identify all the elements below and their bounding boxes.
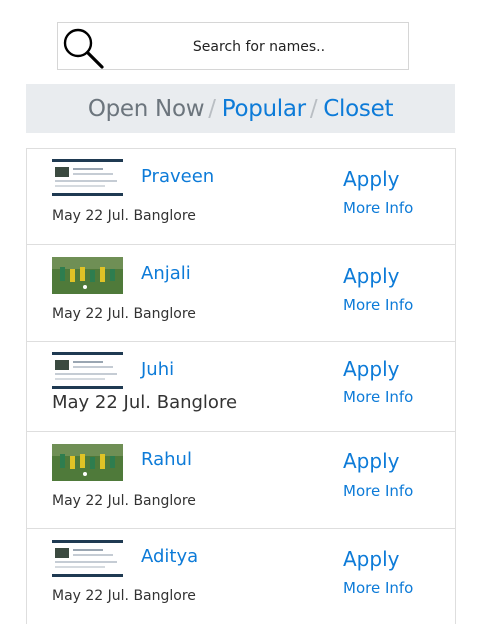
list-item: Rahul May 22 Jul. Banglore Apply More In…: [27, 432, 455, 529]
thumbnail-image: [52, 352, 123, 389]
more-info-link[interactable]: More Info: [343, 482, 413, 500]
thumbnail-image: [52, 444, 123, 481]
more-info-link[interactable]: More Info: [343, 579, 413, 597]
item-name[interactable]: Aditya: [141, 546, 198, 567]
thumbnail-image: [52, 159, 123, 196]
thumbnail-image: [52, 257, 123, 294]
apply-link[interactable]: Apply: [343, 547, 399, 571]
more-info-link[interactable]: More Info: [343, 388, 413, 406]
breadcrumb-link-closet[interactable]: Closet: [323, 96, 393, 122]
item-name[interactable]: Praveen: [141, 166, 214, 187]
item-name[interactable]: Juhi: [141, 359, 174, 380]
list-item: Praveen May 22 Jul. Banglore Apply More …: [27, 149, 455, 245]
search-icon[interactable]: [61, 26, 105, 70]
more-info-link[interactable]: More Info: [343, 199, 413, 217]
apply-link[interactable]: Apply: [343, 264, 399, 288]
breadcrumb-separator: /: [208, 95, 216, 122]
breadcrumb-separator: /: [309, 95, 318, 122]
breadcrumb: Open Now / Popular / Closet: [26, 84, 455, 133]
apply-link[interactable]: Apply: [343, 357, 399, 381]
search-box[interactable]: [57, 22, 410, 70]
item-name[interactable]: Rahul: [141, 449, 192, 470]
item-name[interactable]: Anjali: [141, 263, 191, 284]
item-location: May 22 Jul. Banglore: [52, 208, 196, 224]
apply-link[interactable]: Apply: [343, 449, 399, 473]
results-list: Praveen May 22 Jul. Banglore Apply More …: [26, 148, 456, 624]
search-input[interactable]: [108, 31, 410, 63]
item-location: May 22 Jul. Banglore: [52, 588, 196, 604]
list-item: Juhi May 22 Jul. Banglore Apply More Inf…: [27, 342, 455, 432]
apply-link[interactable]: Apply: [343, 167, 399, 191]
more-info-link[interactable]: More Info: [343, 296, 413, 314]
breadcrumb-item-open-now: Open Now: [87, 95, 205, 122]
item-location: May 22 Jul. Banglore: [52, 493, 196, 509]
item-location: May 22 Jul. Banglore: [52, 392, 238, 413]
item-location: May 22 Jul. Banglore: [52, 306, 196, 322]
list-item: Aditya May 22 Jul. Banglore Apply More I…: [27, 529, 455, 625]
breadcrumb-link-popular[interactable]: Popular: [222, 96, 306, 122]
list-item: Anjali May 22 Jul. Banglore Apply More I…: [27, 245, 455, 342]
thumbnail-image: [52, 540, 123, 577]
